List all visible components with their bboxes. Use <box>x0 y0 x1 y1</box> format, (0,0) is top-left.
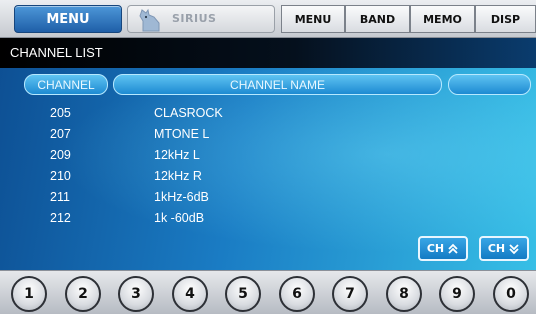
channel-number: 210 <box>50 169 71 183</box>
channel-number: 205 <box>50 106 71 120</box>
preset-key-0[interactable]: 0 <box>493 276 529 312</box>
channel-name: 1k -60dB <box>154 211 205 225</box>
channel-name: 1kHz-6dB <box>154 190 209 204</box>
channel-row[interactable]: 210 12kHz R <box>0 169 400 189</box>
preset-key-1[interactable]: 1 <box>11 276 47 312</box>
channel-list-panel: CHANNEL LIST CHANNEL CHANNEL NAME 205 CL… <box>0 38 536 270</box>
menu-main-button[interactable]: MENU <box>14 5 122 33</box>
channel-name: CLASROCK <box>154 106 223 120</box>
channel-number: 211 <box>50 190 70 204</box>
channel-row[interactable]: 207 MTONE L <box>0 127 400 147</box>
top-toolbar: MENU SIRIUS MENU BAND MEMO DISP <box>0 0 536 38</box>
source-indicator[interactable]: SIRIUS <box>127 5 275 33</box>
channel-up-button[interactable]: CH <box>418 236 468 261</box>
page-title: CHANNEL LIST <box>10 45 103 60</box>
preset-keypad: 1 2 3 4 5 6 7 8 9 0 <box>0 270 536 314</box>
channel-number: 207 <box>50 127 71 141</box>
source-label: SIRIUS <box>172 12 217 25</box>
preset-key-8[interactable]: 8 <box>386 276 422 312</box>
preset-key-9[interactable]: 9 <box>439 276 475 312</box>
preset-key-6[interactable]: 6 <box>279 276 315 312</box>
channel-down-label: CH <box>487 242 506 255</box>
column-header-extra[interactable] <box>448 74 531 95</box>
preset-key-7[interactable]: 7 <box>332 276 368 312</box>
channel-up-label: CH <box>426 242 445 255</box>
column-header-channel[interactable]: CHANNEL <box>24 74 108 95</box>
preset-key-4[interactable]: 4 <box>172 276 208 312</box>
channel-row[interactable]: 212 1k -60dB <box>0 211 400 231</box>
menu-button[interactable]: MENU <box>281 5 345 33</box>
disp-button[interactable]: DISP <box>475 5 536 33</box>
channel-down-button[interactable]: CH <box>479 236 529 261</box>
preset-key-5[interactable]: 5 <box>225 276 261 312</box>
channel-name: 12kHz L <box>154 148 200 162</box>
double-chevron-up-icon <box>448 243 458 254</box>
preset-key-3[interactable]: 3 <box>118 276 154 312</box>
channel-name: MTONE L <box>154 127 210 141</box>
column-header-channel-name[interactable]: CHANNEL NAME <box>113 74 442 95</box>
preset-key-2[interactable]: 2 <box>65 276 101 312</box>
memo-button[interactable]: MEMO <box>410 5 475 33</box>
channel-number: 209 <box>50 148 71 162</box>
channel-row[interactable]: 205 CLASROCK <box>0 106 400 126</box>
channel-row[interactable]: 211 1kHz-6dB <box>0 190 400 210</box>
channel-row[interactable]: 209 12kHz L <box>0 148 400 168</box>
title-bar: CHANNEL LIST <box>0 38 536 68</box>
channel-name: 12kHz R <box>154 169 202 183</box>
band-button[interactable]: BAND <box>345 5 410 33</box>
channel-number: 212 <box>50 211 71 225</box>
dog-logo-icon <box>139 8 160 32</box>
head-unit-screen: MENU SIRIUS MENU BAND MEMO DISP CHANNEL … <box>0 0 536 314</box>
double-chevron-down-icon <box>509 243 519 254</box>
